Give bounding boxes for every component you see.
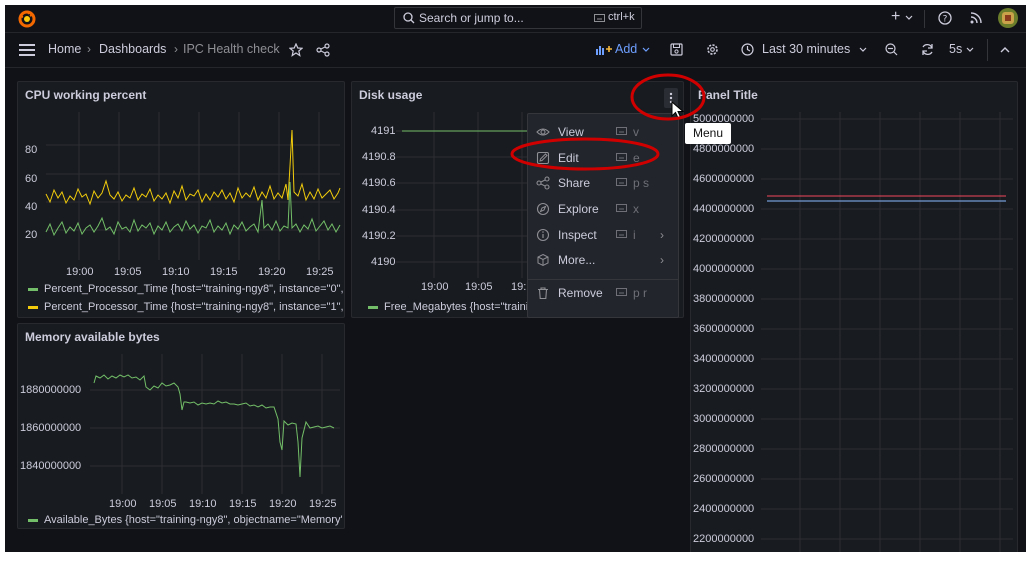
annotation-overlay <box>510 73 706 171</box>
annotation-circle-edit-item <box>510 137 660 171</box>
annotation-circle-menu-button <box>630 73 706 121</box>
grafana-app: Search or jump to... ctrl+k + ? Home › D… <box>5 5 1026 552</box>
